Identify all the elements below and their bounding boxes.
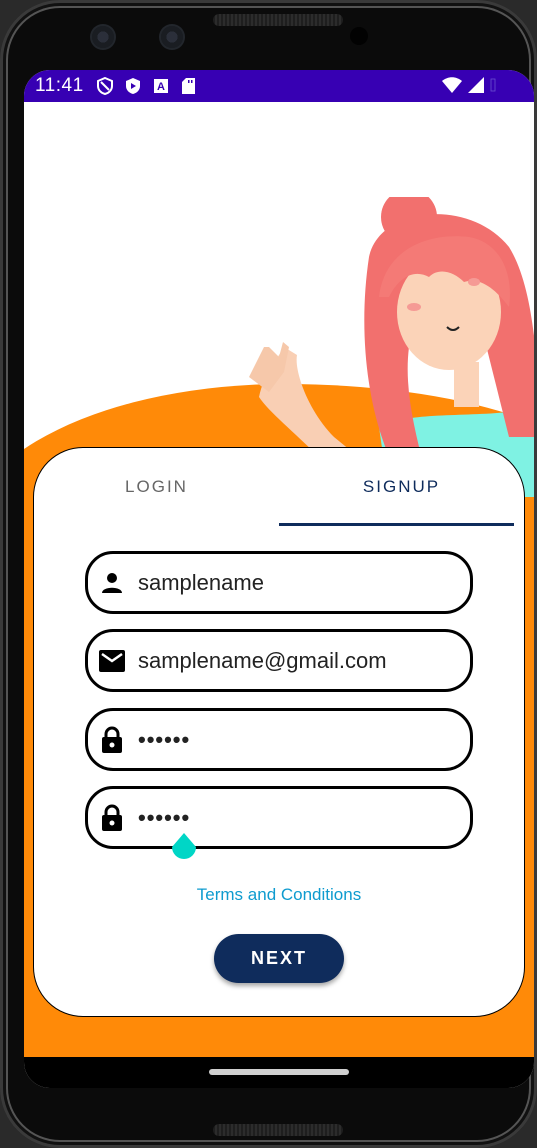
- next-button[interactable]: NEXT: [214, 934, 344, 983]
- phone-frame: 11:41 A LOGIN SIGNUP samplename samplena…: [0, 0, 537, 1148]
- text-cursor-handle[interactable]: [170, 833, 198, 863]
- status-time: 11:41: [35, 75, 84, 96]
- sd-card-icon: [180, 77, 198, 95]
- lock-icon: [99, 726, 125, 753]
- tab-login[interactable]: LOGIN: [34, 448, 279, 526]
- email-icon: [99, 648, 125, 674]
- shield-outline-icon: [96, 77, 114, 95]
- password-field[interactable]: ••••••: [85, 708, 473, 771]
- wifi-icon: [442, 77, 462, 98]
- auth-card: LOGIN SIGNUP samplename samplename@gmail…: [33, 447, 525, 1017]
- lock-icon: [99, 804, 125, 831]
- person-icon: [99, 570, 125, 596]
- status-right: [442, 77, 496, 98]
- cell-signal-icon: [468, 77, 484, 98]
- terms-link[interactable]: Terms and Conditions: [34, 885, 524, 905]
- tab-signup[interactable]: SIGNUP: [279, 448, 524, 526]
- password-value: ••••••: [138, 726, 191, 752]
- font-a-icon: A: [152, 77, 170, 95]
- svg-text:A: A: [157, 81, 165, 93]
- bottom-speaker: [213, 1124, 343, 1136]
- proximity-sensor: [350, 27, 368, 45]
- play-protect-icon: [124, 77, 142, 95]
- navigation-bar: [24, 1057, 534, 1088]
- battery-icon: [490, 78, 496, 97]
- confirm-password-field[interactable]: ••••••: [85, 786, 473, 849]
- username-value: samplename: [138, 569, 264, 595]
- auth-tabs: LOGIN SIGNUP: [34, 448, 524, 526]
- email-field[interactable]: samplename@gmail.com: [85, 629, 473, 692]
- front-camera-secondary: [159, 24, 185, 50]
- front-camera: [90, 24, 116, 50]
- home-gesture-handle[interactable]: [209, 1069, 349, 1075]
- email-value: samplename@gmail.com: [138, 647, 387, 673]
- confirm-password-value: ••••••: [138, 804, 191, 830]
- status-bar: 11:41 A: [24, 70, 534, 102]
- earpiece-speaker: [213, 14, 343, 26]
- screen: 11:41 A LOGIN SIGNUP samplename samplena…: [24, 70, 534, 1088]
- username-field[interactable]: samplename: [85, 551, 473, 614]
